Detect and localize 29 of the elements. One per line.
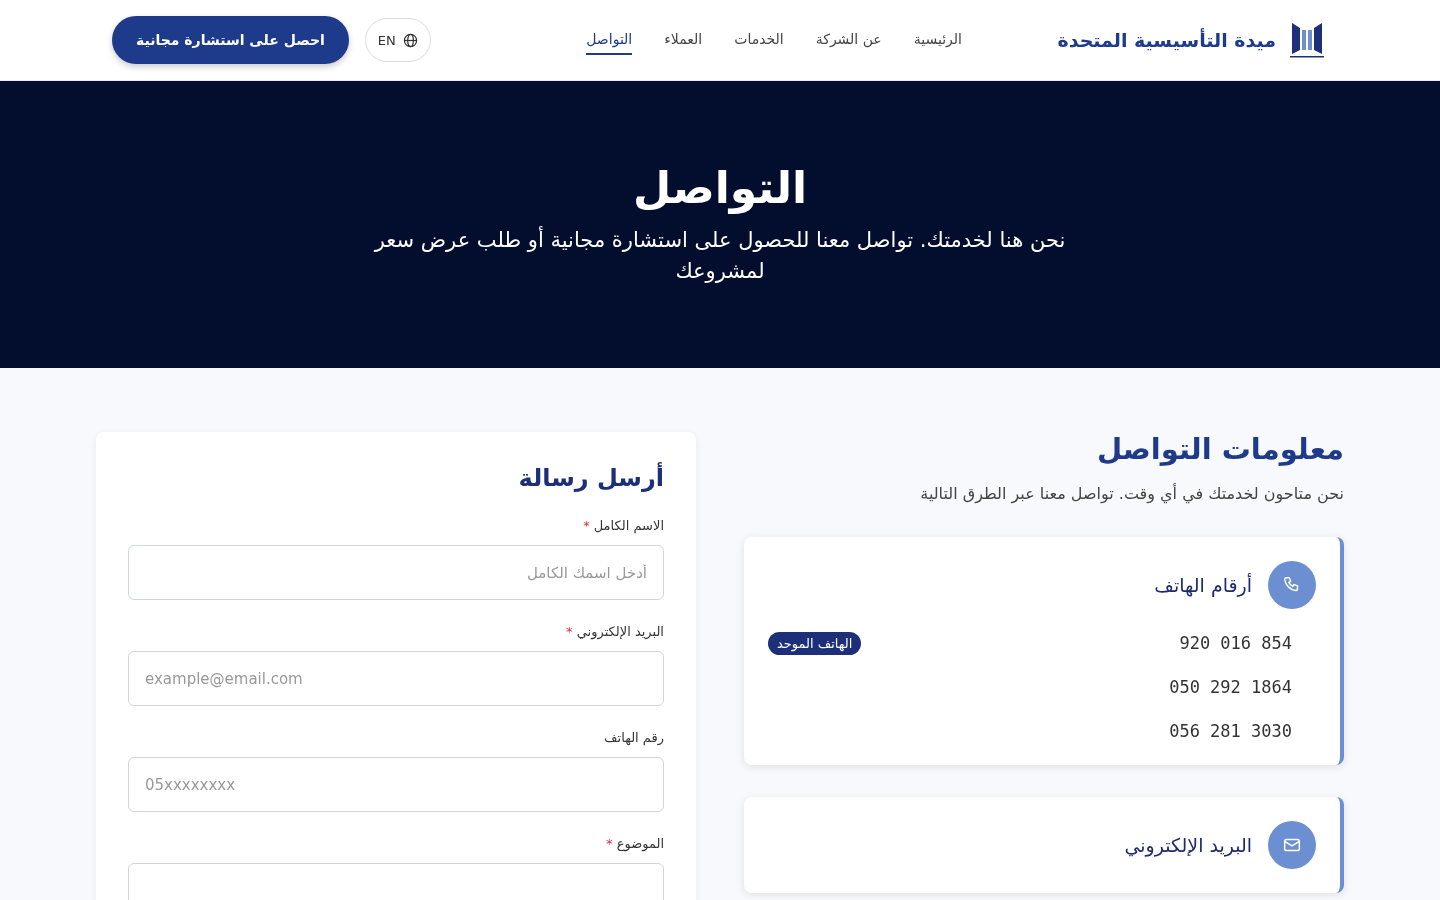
page-subtitle: نحن هنا لخدمتك. تواصل معنا للحصول على استشارة مجانية أو طلب عرض سعر لمشروعك bbox=[373, 225, 1067, 285]
phone-number[interactable]: 920 016 854 bbox=[1179, 633, 1292, 653]
input-field[interactable]: 05xxxxxxxx bbox=[128, 757, 664, 812]
page-title: التواصل bbox=[633, 161, 807, 213]
card-title: البريد الإلكتروني bbox=[1124, 834, 1252, 856]
nav-link[interactable]: التواصل bbox=[586, 25, 633, 55]
section-title: معلومات التواصل bbox=[1095, 432, 1344, 466]
field-label: البريد الإلكتروني * bbox=[565, 624, 664, 639]
mail-icon bbox=[1268, 821, 1316, 869]
card-title: أرقام الهاتف bbox=[1154, 574, 1252, 596]
brand-name: ميدة التأسيسية المتحدة bbox=[1057, 29, 1276, 51]
logo-icon[interactable] bbox=[1288, 20, 1326, 60]
consultation-button[interactable]: احصل على استشارة مجانية bbox=[112, 16, 349, 64]
phone-number[interactable]: 050 292 1864 bbox=[1169, 677, 1292, 697]
nav-link[interactable]: الرئيسية bbox=[913, 25, 962, 55]
nav-link[interactable]: عن الشركة bbox=[815, 25, 882, 55]
nav-link[interactable]: الخدمات bbox=[734, 25, 784, 55]
input-field[interactable]: example@email.com bbox=[128, 651, 664, 706]
form-title: أرسل رسالة bbox=[517, 464, 664, 492]
section-subtitle: نحن متاحون لخدمتك في أي وقت. تواصل معنا عبر الطرق التالية bbox=[919, 484, 1344, 503]
globe-icon bbox=[402, 32, 418, 48]
phone-number[interactable]: 056 281 3030 bbox=[1169, 721, 1292, 741]
nav-link[interactable]: العملاء bbox=[664, 25, 703, 55]
phone-icon bbox=[1268, 561, 1316, 609]
field-label: الاسم الكامل * bbox=[582, 518, 664, 533]
phone-label: الهاتف الموحد bbox=[768, 631, 862, 655]
field-label: رقم الهاتف bbox=[603, 730, 664, 745]
field-label: الموضوع * bbox=[605, 836, 664, 851]
language-button[interactable]: EN bbox=[364, 18, 431, 62]
